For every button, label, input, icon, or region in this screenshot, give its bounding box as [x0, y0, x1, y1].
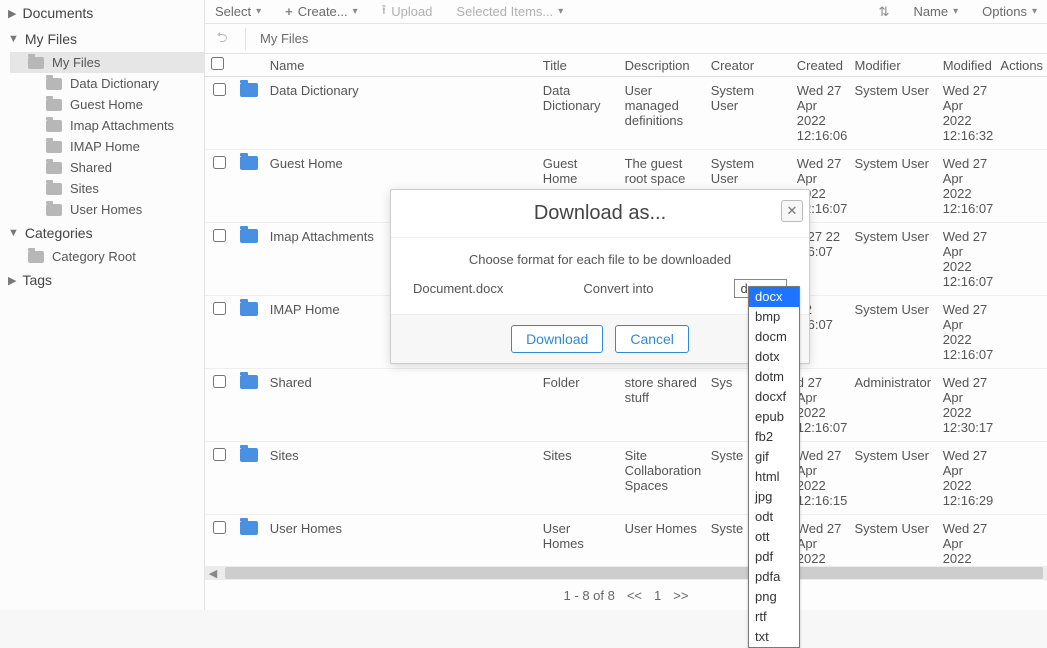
- format-option[interactable]: docx: [749, 287, 799, 307]
- format-option[interactable]: txt: [749, 627, 799, 647]
- modal-close-button[interactable]: ✕: [781, 200, 803, 222]
- modal-filename: Document.docx: [413, 281, 503, 296]
- format-option[interactable]: dotx: [749, 347, 799, 367]
- download-button[interactable]: Download: [511, 325, 603, 353]
- format-dropdown[interactable]: docxbmpdocmdotxdotmdocxfepubfb2gifhtmljp…: [748, 286, 800, 648]
- format-option[interactable]: png: [749, 587, 799, 607]
- format-option[interactable]: fb2: [749, 427, 799, 447]
- modal-file-row: Document.docx Convert into docx: [413, 281, 787, 296]
- format-option[interactable]: ott: [749, 527, 799, 547]
- format-option[interactable]: dotm: [749, 367, 799, 387]
- format-option[interactable]: epub: [749, 407, 799, 427]
- format-option[interactable]: odt: [749, 507, 799, 527]
- format-option[interactable]: rtf: [749, 607, 799, 627]
- modal-footer: Download Cancel: [391, 314, 809, 363]
- format-option[interactable]: docm: [749, 327, 799, 347]
- close-icon: ✕: [787, 203, 798, 219]
- modal-body: Choose format for each file to be downlo…: [391, 238, 809, 314]
- format-option[interactable]: pdfa: [749, 567, 799, 587]
- cancel-button[interactable]: Cancel: [615, 325, 689, 353]
- modal-hint: Choose format for each file to be downlo…: [413, 252, 787, 267]
- download-as-modal: Download as... ✕ Choose format for each …: [390, 189, 810, 364]
- modal-title: Download as...: [534, 202, 666, 225]
- format-option[interactable]: pdf: [749, 547, 799, 567]
- format-option[interactable]: jpg: [749, 487, 799, 507]
- format-option[interactable]: docxf: [749, 387, 799, 407]
- modal-convert-label: Convert into: [583, 281, 653, 296]
- format-option[interactable]: html: [749, 467, 799, 487]
- format-option[interactable]: gif: [749, 447, 799, 467]
- format-option[interactable]: bmp: [749, 307, 799, 327]
- modal-header: Download as... ✕: [391, 190, 809, 238]
